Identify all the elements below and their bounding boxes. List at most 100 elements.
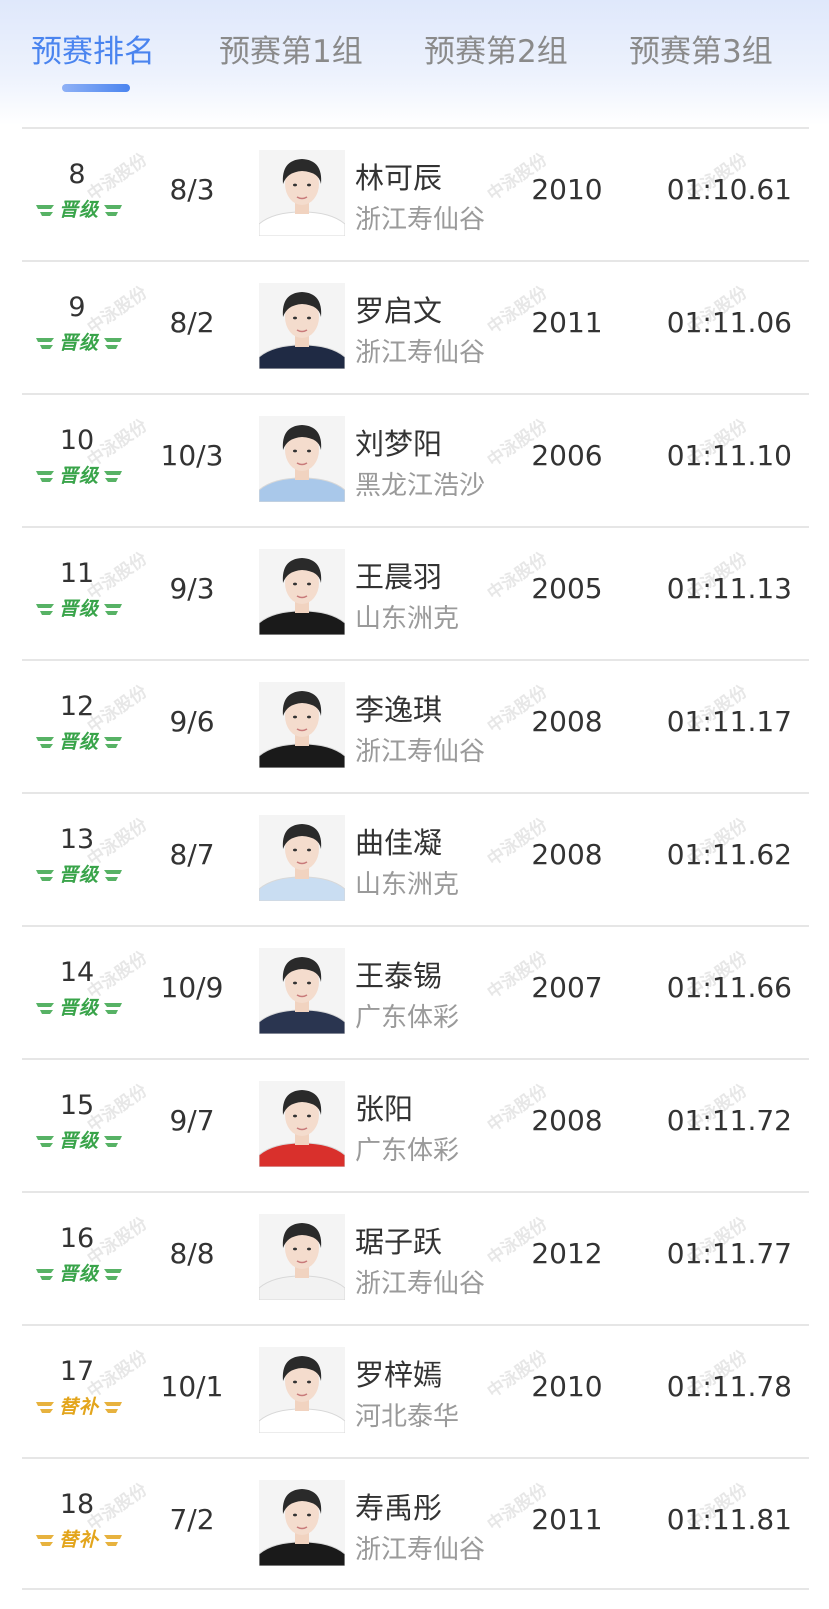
birth-year: 2011 [531, 1503, 603, 1536]
badge-label: 晋级 [58, 864, 99, 886]
heat-lane: 8/3 [169, 173, 215, 206]
rank: 11 [59, 558, 95, 589]
result-time: 01:11.72 [666, 1104, 792, 1137]
tab-prelim-ranking[interactable]: 预赛排名 [31, 28, 155, 76]
table-row[interactable]: 10 晋级 中泳股份 中泳股份 中泳股份 10/3 刘梦阳 黑龙江浩沙 2006… [22, 393, 809, 526]
heat-lane: 10/3 [160, 439, 224, 472]
qualified-badge: 晋级 [34, 461, 124, 491]
athlete-photo[interactable] [259, 682, 345, 768]
birth-year: 2008 [531, 838, 603, 871]
athlete-team: 浙江寿仙谷 [355, 338, 486, 368]
athlete-team: 浙江寿仙谷 [355, 737, 486, 767]
badge-label: 替补 [58, 1529, 99, 1551]
tab-prelim-group-2[interactable]: 预赛第2组 [424, 28, 568, 76]
table-row[interactable]: 11 晋级 中泳股份 中泳股份 中泳股份 9/3 王晨羽 山东洲克 2005 0… [22, 526, 809, 659]
birth-year: 2010 [531, 173, 603, 206]
rank: 16 [59, 1223, 95, 1254]
rank: 18 [59, 1489, 95, 1520]
badge-label: 晋级 [58, 731, 99, 753]
reserve-badge: 替补 [34, 1525, 124, 1555]
table-row[interactable]: 15 晋级 中泳股份 中泳股份 中泳股份 9/7 张阳 广东体彩 2008 01… [22, 1058, 809, 1191]
badge-label: 晋级 [58, 1130, 99, 1152]
table-row[interactable]: 9 晋级 中泳股份 中泳股份 中泳股份 8/2 罗启文 浙江寿仙谷 2011 0… [22, 260, 809, 393]
heat-lane: 8/2 [169, 306, 215, 339]
result-time: 01:11.06 [666, 306, 792, 339]
badge-label: 晋级 [58, 598, 99, 620]
badge-label: 晋级 [58, 199, 99, 221]
table-row[interactable]: 8 晋级 中泳股份 中泳股份 中泳股份 8/3 林可辰 浙江寿仙谷 2010 0… [22, 127, 809, 260]
athlete-photo[interactable] [259, 815, 345, 901]
avatar-icon [259, 549, 345, 635]
ranking-table: 8 晋级 中泳股份 中泳股份 中泳股份 8/3 林可辰 浙江寿仙谷 2010 0… [22, 127, 809, 1590]
athlete-name: 张阳 [355, 1092, 414, 1126]
qualified-badge: 晋级 [34, 594, 124, 624]
table-row[interactable]: 14 晋级 中泳股份 中泳股份 中泳股份 10/9 王泰锡 广东体彩 2007 … [22, 925, 809, 1058]
athlete-photo[interactable] [259, 416, 345, 502]
athlete-team: 山东洲克 [355, 604, 460, 634]
athlete-photo[interactable] [259, 283, 345, 369]
result-time: 01:11.17 [666, 705, 792, 738]
reserve-badge: 替补 [34, 1392, 124, 1422]
avatar-icon [259, 682, 345, 768]
table-row[interactable]: 18 替补 中泳股份 中泳股份 中泳股份 7/2 寿禹彤 浙江寿仙谷 2011 … [22, 1457, 809, 1590]
badge-label: 晋级 [58, 332, 99, 354]
table-row[interactable]: 13 晋级 中泳股份 中泳股份 中泳股份 8/7 曲佳凝 山东洲克 2008 0… [22, 792, 809, 925]
avatar-icon [259, 1214, 345, 1300]
result-time: 01:11.78 [666, 1370, 792, 1403]
heat-lane: 9/6 [169, 705, 215, 738]
athlete-photo[interactable] [259, 1214, 345, 1300]
athlete-name: 林可辰 [355, 161, 443, 195]
qualified-badge: 晋级 [34, 1259, 124, 1289]
avatar-icon [259, 1081, 345, 1167]
birth-year: 2012 [531, 1237, 603, 1270]
table-row[interactable]: 16 晋级 中泳股份 中泳股份 中泳股份 8/8 琚子跃 浙江寿仙谷 2012 … [22, 1191, 809, 1324]
birth-year: 2011 [531, 306, 603, 339]
athlete-team: 浙江寿仙谷 [355, 1535, 486, 1565]
table-row[interactable]: 12 晋级 中泳股份 中泳股份 中泳股份 9/6 李逸琪 浙江寿仙谷 2008 … [22, 659, 809, 792]
tab-prelim-group-1[interactable]: 预赛第1组 [219, 28, 363, 76]
athlete-team: 河北泰华 [355, 1402, 460, 1432]
result-time: 01:10.61 [666, 173, 792, 206]
heat-lane: 8/7 [169, 838, 215, 871]
rank: 12 [59, 691, 95, 722]
birth-year: 2008 [531, 705, 603, 738]
athlete-photo[interactable] [259, 1081, 345, 1167]
birth-year: 2005 [531, 572, 603, 605]
result-time: 01:11.66 [666, 971, 792, 1004]
tab-prelim-group-3[interactable]: 预赛第3组 [629, 28, 773, 76]
rank: 13 [59, 824, 95, 855]
badge-label: 晋级 [58, 997, 99, 1019]
birth-year: 2007 [531, 971, 603, 1004]
avatar-icon [259, 1347, 345, 1433]
athlete-photo[interactable] [259, 150, 345, 236]
athlete-photo[interactable] [259, 948, 345, 1034]
heat-lane: 9/7 [169, 1104, 215, 1137]
table-row[interactable]: 17 替补 中泳股份 中泳股份 中泳股份 10/1 罗梓嫣 河北泰华 2010 … [22, 1324, 809, 1457]
heat-lane: 9/3 [169, 572, 215, 605]
athlete-team: 广东体彩 [355, 1136, 460, 1166]
rank: 10 [59, 425, 95, 456]
athlete-photo[interactable] [259, 549, 345, 635]
heat-lane: 8/8 [169, 1237, 215, 1270]
result-time: 01:11.62 [666, 838, 792, 871]
avatar-icon [259, 948, 345, 1034]
athlete-photo[interactable] [259, 1480, 345, 1566]
rank: 9 [68, 292, 86, 323]
rank: 15 [59, 1090, 95, 1121]
athlete-name: 李逸琪 [355, 693, 443, 727]
result-time: 01:11.10 [666, 439, 792, 472]
avatar-icon [259, 815, 345, 901]
athlete-name: 曲佳凝 [355, 826, 443, 860]
qualified-badge: 晋级 [34, 1126, 124, 1156]
athlete-name: 罗梓嫣 [355, 1358, 443, 1392]
athlete-team: 广东体彩 [355, 1003, 460, 1033]
rank: 14 [59, 957, 95, 988]
rank: 8 [68, 159, 86, 190]
qualified-badge: 晋级 [34, 993, 124, 1023]
result-time: 01:11.77 [666, 1237, 792, 1270]
athlete-photo[interactable] [259, 1347, 345, 1433]
badge-label: 晋级 [58, 465, 99, 487]
result-time: 01:11.81 [666, 1503, 792, 1536]
active-tab-indicator [62, 84, 130, 92]
result-time: 01:11.13 [666, 572, 792, 605]
